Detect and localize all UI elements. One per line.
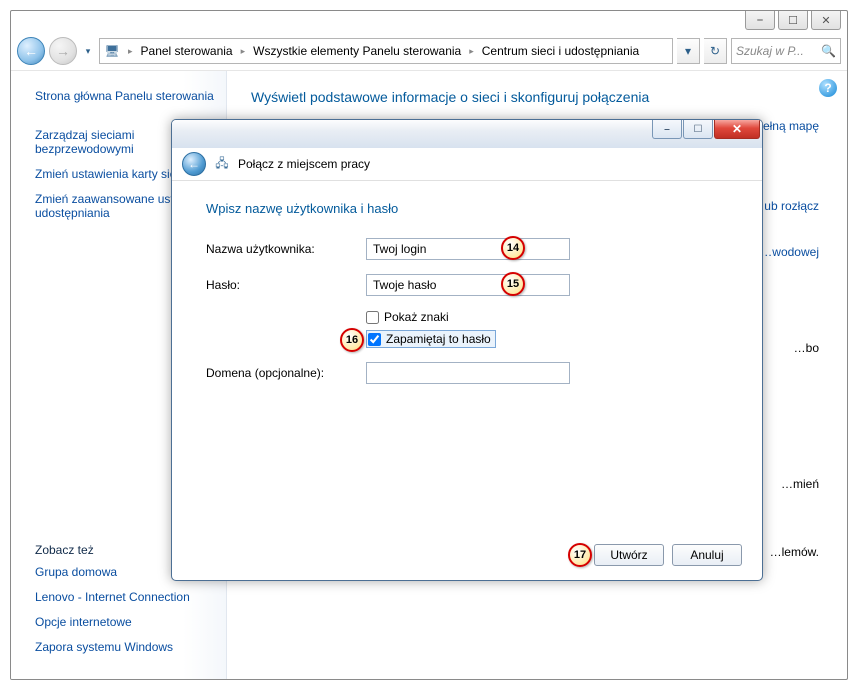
remember-password-checkbox[interactable] [368,333,381,346]
forward-button[interactable]: → [49,37,77,65]
username-label: Nazwa użytkownika: [206,242,366,256]
password-label: Hasło: [206,278,366,292]
dialog-body: Wpisz nazwę użytkownika i hasło Nazwa uż… [172,181,762,384]
minimize-button[interactable]: ⎯ [745,11,775,30]
password-field[interactable] [366,274,570,296]
breadcrumb[interactable]: Centrum sieci i udostępniania [482,44,639,58]
history-dropdown-icon[interactable]: ▾ [81,43,95,59]
show-chars-label: Pokaż znaki [384,310,449,324]
create-button[interactable]: Utwórz [594,544,664,566]
annotation-17: 17 [568,543,592,567]
location-icon: 🖥 [104,43,120,59]
sidebar-item-firewall[interactable]: Zapora systemu Windows [35,640,216,654]
refresh-button[interactable]: ↻ [704,38,727,64]
dialog-title: Połącz z miejscem pracy [238,157,370,171]
back-button[interactable]: ← [17,37,45,65]
annotation-14: 14 [501,236,525,260]
annotation-15: 15 [501,272,525,296]
breadcrumb-sep-icon: ▸ [241,46,246,57]
help-icon[interactable]: ? [819,79,837,97]
page-title: Wyświetl podstawowe informacje o sieci i… [251,89,823,105]
dialog-back-button[interactable]: ← [182,152,206,176]
window-caption-buttons: ⎯ ☐ ✕ [745,11,841,30]
connect-workplace-dialog: ⎯ ☐ ✕ ← 🖧 Połącz z miejscem pracy Wpisz … [171,119,763,581]
cancel-button[interactable]: Anuluj [672,544,742,566]
dialog-titlebar: ⎯ ☐ ✕ [172,120,762,148]
search-icon: 🔍 [821,44,836,58]
nav-toolbar: ← → ▾ 🖥 ▸ Panel sterowania ▸ Wszystkie e… [11,32,847,71]
sidebar-item-internet-options[interactable]: Opcje internetowe [35,615,216,629]
dialog-footer: 17 Utwórz Anuluj [594,544,742,566]
address-dropdown-icon[interactable]: ▾ [677,38,700,64]
annotation-16: 16 [340,328,364,352]
username-field[interactable] [366,238,570,260]
sidebar-item-lenovo[interactable]: Lenovo - Internet Connection [35,590,216,604]
dialog-minimize-button[interactable]: ⎯ [652,120,682,139]
dialog-header: ← 🖧 Połącz z miejscem pracy [172,148,762,181]
domain-label: Domena (opcjonalne): [206,366,366,380]
sidebar-item-home[interactable]: Strona główna Panelu sterowania [35,89,216,103]
domain-field[interactable] [366,362,570,384]
dialog-heading: Wpisz nazwę użytkownika i hasło [206,201,728,216]
maximize-button[interactable]: ☐ [778,11,808,30]
breadcrumb-sep-icon: ▸ [128,46,133,57]
show-chars-checkbox[interactable] [366,311,379,324]
workplace-icon: 🖧 [214,156,230,172]
breadcrumb[interactable]: Panel sterowania [141,44,233,58]
breadcrumb-sep-icon: ▸ [469,46,474,57]
close-button[interactable]: ✕ [811,11,841,30]
search-placeholder: Szukaj w P... [736,44,804,58]
address-bar[interactable]: 🖥 ▸ Panel sterowania ▸ Wszystkie element… [99,38,673,64]
search-input[interactable]: Szukaj w P... 🔍 [731,38,841,64]
dialog-close-button[interactable]: ✕ [714,120,760,139]
breadcrumb[interactable]: Wszystkie elementy Panelu sterowania [253,44,461,58]
dialog-maximize-button[interactable]: ☐ [683,120,713,139]
remember-password-label: Zapamiętaj to hasło [386,332,491,346]
